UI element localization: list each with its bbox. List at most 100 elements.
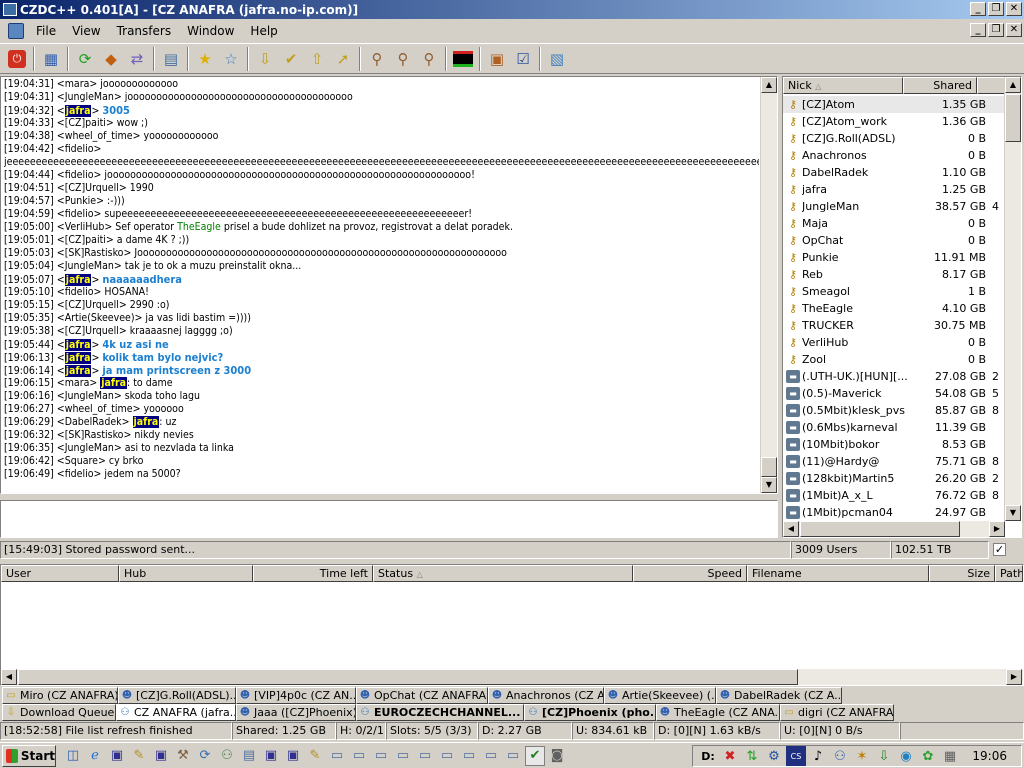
user-row[interactable]: ⚷ DabelRadek 1.10 GB: [783, 164, 1005, 181]
window-tab[interactable]: ⚇ [CZ]Phoenix (pho...: [524, 704, 656, 721]
floppy-icon[interactable]: ▣: [107, 746, 127, 766]
network-stats-icon[interactable]: [451, 47, 475, 71]
menu-window[interactable]: Window: [179, 22, 242, 40]
tray-star-icon[interactable]: ✶: [852, 746, 872, 766]
camera-icon[interactable]: ◙: [547, 746, 567, 766]
floppy-icon[interactable]: ▣: [283, 746, 303, 766]
window-icon[interactable]: ▭: [459, 746, 479, 766]
window-icon[interactable]: ▭: [415, 746, 435, 766]
column-size[interactable]: Size: [929, 565, 995, 582]
user-row[interactable]: ⚷ OpChat 0 B: [783, 232, 1005, 249]
tray-red-icon[interactable]: ✖: [720, 746, 740, 766]
hammer-icon[interactable]: ⚒: [173, 746, 193, 766]
favorite-users-icon[interactable]: ☆: [219, 47, 243, 71]
finished-downloads-icon[interactable]: ✔: [279, 47, 303, 71]
network-icon[interactable]: ⚇: [217, 746, 237, 766]
floppy-icon[interactable]: ▣: [261, 746, 281, 766]
column-hub[interactable]: Hub: [119, 565, 253, 582]
settings-icon[interactable]: ☑: [511, 47, 535, 71]
window-icon[interactable]: ▭: [349, 746, 369, 766]
window-tab[interactable]: ☻Anachronos (CZ A...: [488, 687, 604, 704]
tray-arrows-icon[interactable]: ⇅: [742, 746, 762, 766]
start-button[interactable]: Start: [2, 744, 56, 767]
user-row[interactable]: ⚷ VerliHub 0 B: [783, 334, 1005, 351]
user-row[interactable]: ⚷ Anachronos 0 B: [783, 147, 1005, 164]
user-row[interactable]: ⚷ Smeagol 1 B: [783, 283, 1005, 300]
search-icon[interactable]: ⚲: [365, 47, 389, 71]
open-file-list-icon[interactable]: ▣: [485, 47, 509, 71]
user-list-toggle-checkbox[interactable]: ✓: [993, 543, 1006, 556]
menu-file[interactable]: File: [28, 22, 64, 40]
menu-transfers[interactable]: Transfers: [109, 22, 180, 40]
browser-icon[interactable]: ℯ: [85, 746, 105, 766]
czdc-task-icon[interactable]: ✔: [525, 745, 545, 766]
reconnect-icon[interactable]: ⇄: [125, 47, 149, 71]
column-status[interactable]: Status △: [373, 565, 633, 582]
message-input[interactable]: [0, 500, 778, 538]
user-row[interactable]: ▬ (10Mbit)bokor 8.53 GB: [783, 436, 1005, 453]
mdi-child-icon[interactable]: [8, 22, 24, 39]
notepad2-icon[interactable]: ▧: [545, 47, 569, 71]
column-extra[interactable]: [977, 77, 1005, 94]
scroll-left-button[interactable]: ◀: [1, 669, 17, 685]
window-tab[interactable]: ☻ OpChat (CZ ANAFRA): [356, 687, 488, 704]
scroll-right-button[interactable]: ▶: [989, 521, 1005, 537]
app-icon[interactable]: ▤: [239, 746, 259, 766]
column-speed[interactable]: Speed: [633, 565, 747, 582]
user-list-hscrollbar[interactable]: ◀ ▶: [783, 521, 1005, 537]
restore-button[interactable]: ❐: [988, 2, 1004, 16]
window-icon[interactable]: ▭: [393, 746, 413, 766]
close-button[interactable]: ✕: [1006, 2, 1022, 16]
tray-network-icon[interactable]: ⚇: [830, 746, 850, 766]
power-icon[interactable]: ⏻: [5, 47, 29, 71]
window-tab[interactable]: ▭ digri (CZ ANAFRA): [780, 704, 894, 721]
column-path[interactable]: Path: [995, 565, 1023, 582]
window-icon[interactable]: ▭: [503, 746, 523, 766]
window-tab[interactable]: ☻ [VIP]4p0c (CZ AN...: [236, 687, 356, 704]
window-tab[interactable]: ☻ Jaaa ([CZ]Phoenix): [236, 704, 356, 721]
pen-icon[interactable]: ✎: [305, 746, 325, 766]
tray-globe-icon[interactable]: ◉: [896, 746, 916, 766]
window-tab[interactable]: ▭ Miro (CZ ANAFRA): [2, 687, 118, 704]
mdi-restore-button[interactable]: ❐: [988, 23, 1004, 37]
compass-icon[interactable]: ◆: [99, 47, 123, 71]
mdi-close-button[interactable]: ✕: [1006, 23, 1022, 37]
scroll-left-button[interactable]: ◀: [783, 521, 799, 537]
floppy-icon[interactable]: ▣: [151, 746, 171, 766]
window-icon[interactable]: ▭: [437, 746, 457, 766]
scroll-up-button[interactable]: ▲: [1005, 77, 1021, 93]
user-row[interactable]: ▬ (128kbit)Martin5 26.20 GB 2: [783, 470, 1005, 487]
user-row[interactable]: ⚷ [CZ]Atom_work 1.36 GB: [783, 113, 1005, 130]
scroll-down-button[interactable]: ▼: [1005, 505, 1021, 521]
upload-queue-icon[interactable]: ⇧: [305, 47, 329, 71]
window-icon[interactable]: ▭: [327, 746, 347, 766]
user-row[interactable]: ⚷ jafra 1.25 GB: [783, 181, 1005, 198]
scroll-down-button[interactable]: ▼: [761, 477, 777, 493]
user-row[interactable]: ▬ (0.5Mbit)klesk_pvs 85.87 GB 8: [783, 402, 1005, 419]
user-row[interactable]: ⚷ Maja 0 B: [783, 215, 1005, 232]
refresh-icon[interactable]: ⟳: [73, 47, 97, 71]
user-list[interactable]: Nick △ Shared ⚷ [CZ]Atom 1.35 GB ⚷ [CZ]Atom_…: [782, 76, 1022, 538]
hscroll-thumb[interactable]: [800, 521, 960, 537]
scroll-thumb[interactable]: [1005, 94, 1021, 142]
window-tab[interactable]: ☻ TheEagle (CZ ANA...: [656, 704, 780, 721]
user-row[interactable]: ⚷ Reb 8.17 GB: [783, 266, 1005, 283]
scroll-right-button[interactable]: ▶: [1006, 669, 1022, 685]
tray-speaker-icon[interactable]: ♪: [808, 746, 828, 766]
menu-view[interactable]: View: [64, 22, 108, 40]
mdi-minimize-button[interactable]: _: [970, 23, 986, 37]
column-filename[interactable]: Filename: [747, 565, 929, 582]
window-tab[interactable]: ⚇ EUROCZECHCHANNEL...: [356, 704, 524, 721]
transfer-list[interactable]: User Hub Time left Status △ Speed Filena…: [0, 564, 1024, 686]
finished-uploads-icon[interactable]: ➚: [331, 47, 355, 71]
chat-area[interactable]: [19:04:31] <mara> jooooooooooooo [19:04:3…: [0, 76, 778, 494]
tray-box-icon[interactable]: ▦: [940, 746, 960, 766]
refresh-icon[interactable]: ⟳: [195, 746, 215, 766]
tray-dc-icon[interactable]: ⇩: [874, 746, 894, 766]
user-row[interactable]: ▬ (11)@Hardy@ 75.71 GB 8: [783, 453, 1005, 470]
user-row[interactable]: ⚷ [CZ]G.Roll(ADSL) 0 B: [783, 130, 1005, 147]
user-row[interactable]: ⚷ TRUCKER 30.75 MB: [783, 317, 1005, 334]
download-queue-icon[interactable]: ⇩: [253, 47, 277, 71]
window-tab[interactable]: ☻ Artie(Skeevee) (...: [604, 687, 716, 704]
favorites-icon[interactable]: ★: [193, 47, 217, 71]
